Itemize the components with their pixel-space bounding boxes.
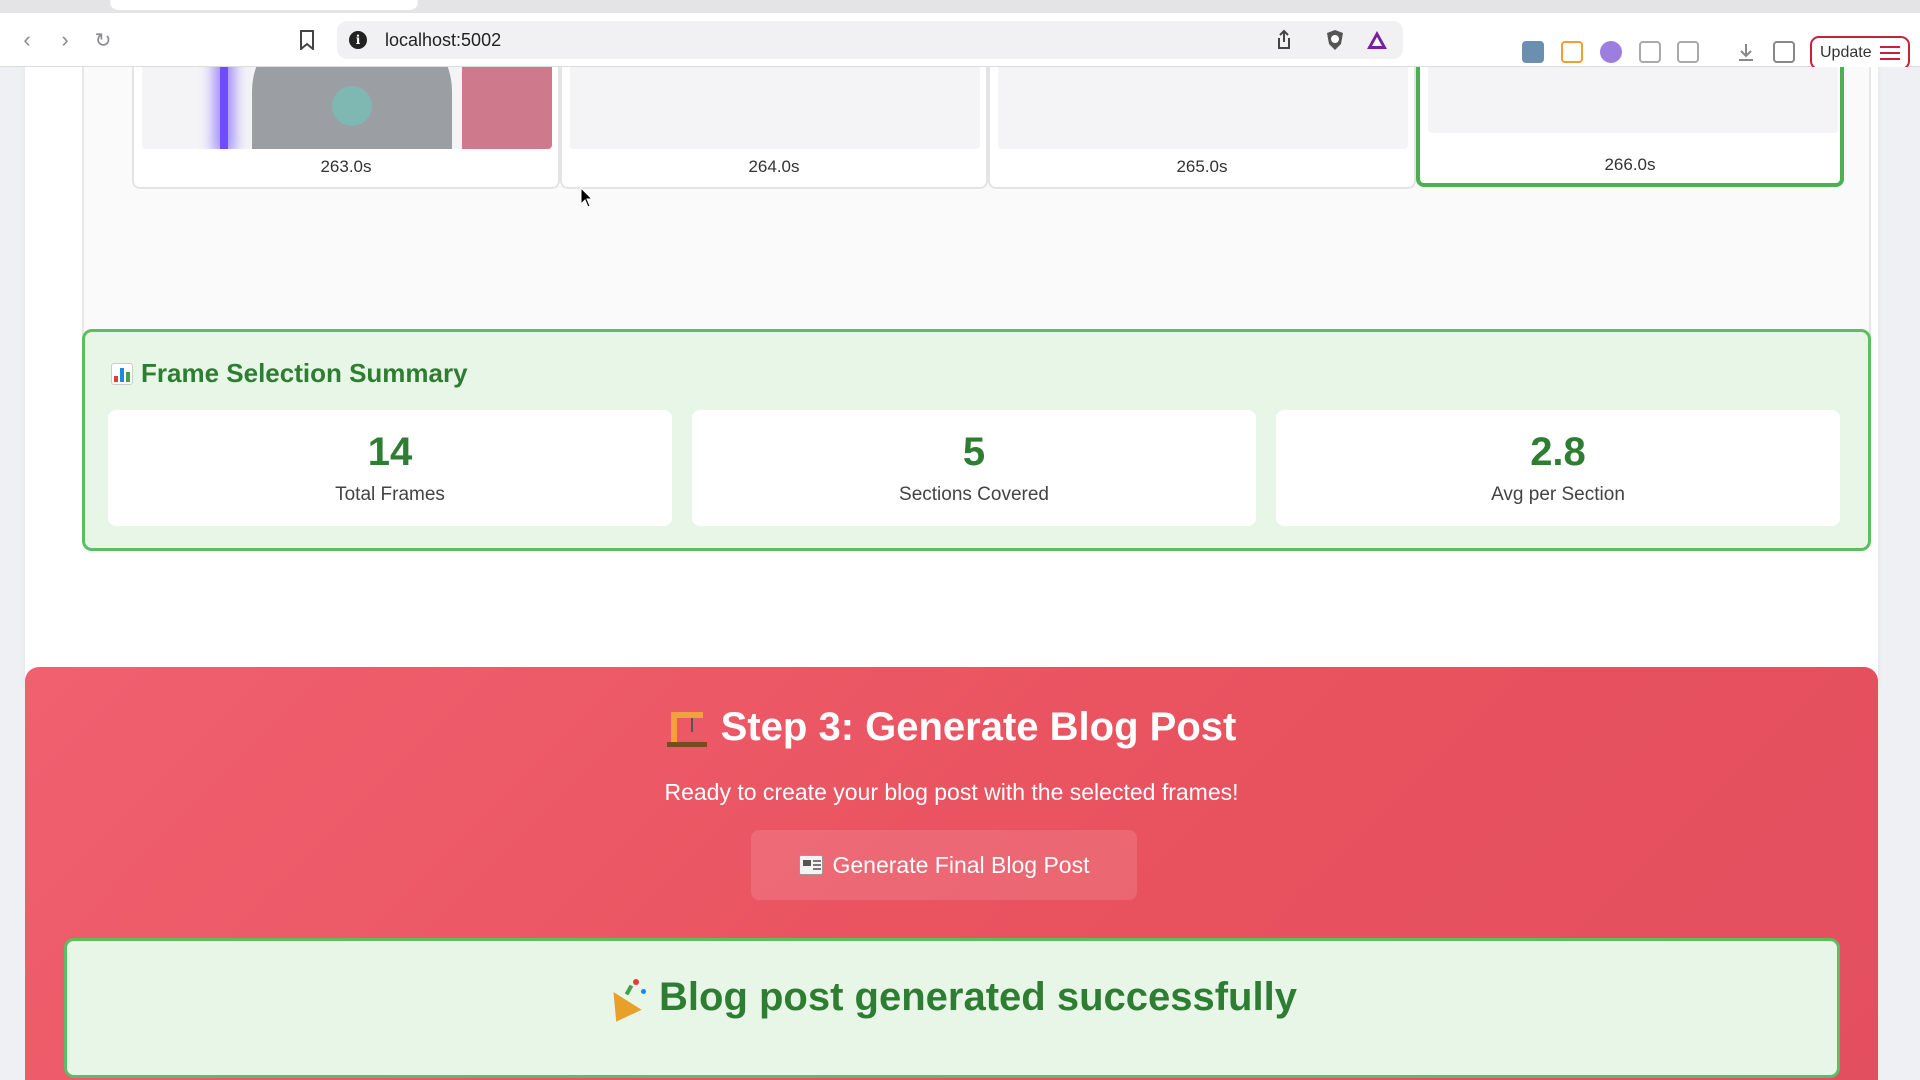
step3-subtitle: Ready to create your blog post with the … (664, 779, 1239, 805)
rewards-triangle-icon[interactable] (1365, 29, 1389, 51)
step3-heading: Step 3: Generate Blog Post (25, 705, 1878, 750)
frame-image (570, 67, 980, 149)
stat-label: Total Frames (335, 484, 445, 505)
frame-image (142, 67, 552, 149)
share-icon[interactable] (1273, 29, 1295, 51)
frames-gallery: 263.0s 264.0s 265.0s 266.0s (82, 67, 1871, 362)
stat-card-avg-per-section: 2.8 Avg per Section (1276, 410, 1840, 526)
bookmark-icon[interactable] (294, 27, 320, 53)
frame-selection-card: 263.0s 264.0s 265.0s 266.0s Frame Select… (25, 67, 1878, 695)
address-bar[interactable]: i localhost:5002 (337, 21, 1403, 59)
frame-thumbnail[interactable]: 263.0s (132, 67, 560, 189)
back-icon[interactable]: ‹ (14, 27, 40, 53)
reload-icon[interactable]: ↻ (90, 27, 116, 53)
forward-icon[interactable]: › (52, 27, 78, 53)
summary-title: Frame Selection Summary (111, 358, 468, 389)
construction-crane-icon (666, 708, 707, 748)
frame-time: 263.0s (320, 157, 372, 176)
generate-button-label: Generate Final Blog Post (832, 851, 1090, 878)
wallet-icon[interactable] (1677, 41, 1699, 63)
menu-icon (1880, 46, 1900, 60)
puzzle-icon[interactable] (1639, 41, 1661, 63)
success-banner: Blog post generated successfully (64, 938, 1840, 1078)
download-icon[interactable] (1735, 41, 1757, 63)
frame-thumbnail-selected[interactable]: 266.0s (1416, 67, 1844, 187)
tab-strip (0, 0, 1920, 13)
extension-icon-3[interactable] (1600, 41, 1622, 63)
frame-image (1428, 67, 1838, 133)
brave-shield-icon[interactable] (1323, 28, 1347, 52)
page-content: 263.0s 264.0s 265.0s 266.0s Frame Select… (0, 67, 1920, 1080)
generate-final-blog-post-button[interactable]: Generate Final Blog Post (751, 830, 1137, 900)
frame-image (998, 67, 1408, 149)
frame-thumbnail[interactable]: 264.0s (560, 67, 988, 189)
url-text[interactable]: localhost:5002 (385, 30, 501, 51)
frame-time: 264.0s (748, 157, 800, 176)
success-message: Blog post generated successfully (67, 975, 1837, 1022)
stat-value: 5 (962, 430, 986, 474)
frame-thumbnail[interactable]: 265.0s (988, 67, 1416, 189)
stat-card-total-frames: 14 Total Frames (108, 410, 672, 526)
frame-time: 266.0s (1604, 155, 1656, 174)
stat-card-sections-covered: 5 Sections Covered (692, 410, 1256, 526)
extension-icon-2[interactable] (1561, 41, 1583, 63)
stat-value: 2.8 (1530, 430, 1586, 474)
stat-value: 14 (367, 430, 413, 474)
summary-title-text: Frame Selection Summary (141, 358, 468, 388)
frame-time: 265.0s (1176, 157, 1228, 176)
bar-chart-icon (111, 362, 133, 385)
stat-label: Sections Covered (899, 484, 1049, 505)
newspaper-icon (798, 855, 823, 875)
party-popper-icon (604, 977, 649, 1022)
step3-panel: Step 3: Generate Blog Post Ready to crea… (25, 667, 1878, 1080)
frame-selection-summary: Frame Selection Summary 14 Total Frames … (82, 329, 1871, 551)
site-info-icon[interactable]: i (349, 31, 367, 49)
step3-title: Step 3: Generate Blog Post (720, 705, 1237, 749)
update-label: Update (1820, 44, 1872, 61)
extension-icon-1[interactable] (1522, 41, 1544, 63)
update-button[interactable]: Update (1810, 36, 1910, 70)
active-tab[interactable] (110, 0, 418, 10)
stat-label: Avg per Section (1491, 484, 1625, 505)
browser-toolbar: ‹ › ↻ i localhost:5002 Update (0, 13, 1920, 70)
success-text: Blog post generated successfully (659, 975, 1297, 1019)
sidebar-icon[interactable] (1773, 41, 1795, 63)
